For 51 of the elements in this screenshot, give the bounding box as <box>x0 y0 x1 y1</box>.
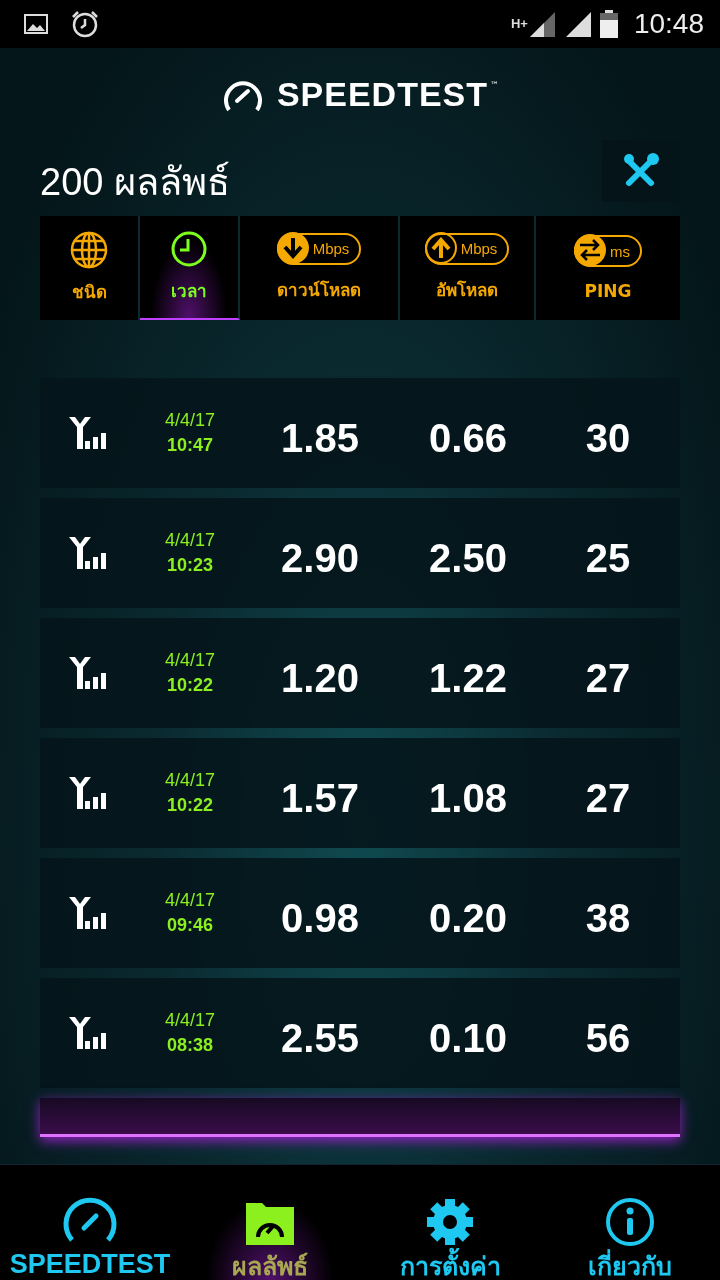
ping-value: 27 <box>585 656 631 702</box>
ping-value: 25 <box>585 536 631 582</box>
network-type: H+ <box>510 16 528 31</box>
battery-icon <box>599 10 618 38</box>
result-row[interactable]: 4/4/17 10:22 1.57 1.08 27 <box>40 737 680 848</box>
test-time: 09:46 <box>166 914 213 936</box>
result-row[interactable]: 4/4/17 09:46 0.98 0.20 38 <box>40 857 680 968</box>
result-row[interactable]: 4/4/17 10:23 2.90 2.50 25 <box>40 497 680 608</box>
download-speed: 1.85 <box>281 416 359 462</box>
download-speed: 1.57 <box>281 776 359 822</box>
globe-icon <box>70 230 108 269</box>
test-date: 4/4/17 <box>164 769 215 791</box>
ping-value: 27 <box>585 776 631 822</box>
unit-pill: Mbps <box>424 232 510 265</box>
test-date: 4/4/17 <box>164 1009 215 1031</box>
test-time: 10:22 <box>166 674 213 696</box>
result-row[interactable]: 4/4/17 08:38 2.55 0.10 56 <box>40 977 680 1088</box>
alarm-clock-icon <box>70 9 100 39</box>
upload-speed: 0.66 <box>429 416 507 462</box>
results-count: 200 ผลลัพธ์ <box>40 159 230 205</box>
column-header[interactable]: เวลา <box>140 215 240 320</box>
ping-value: 30 <box>585 416 631 462</box>
clock-icon <box>170 230 208 269</box>
unit-pill: ms <box>574 235 642 268</box>
download-speed: 0.98 <box>281 896 359 942</box>
upload-speed: 1.08 <box>429 776 507 822</box>
download-speed: 2.90 <box>281 536 359 582</box>
upload-speed: 0.20 <box>429 896 507 942</box>
unit-pill: Mbps <box>276 232 362 265</box>
image-icon <box>24 14 48 34</box>
upload-speed: 0.10 <box>429 1016 507 1062</box>
upload-speed: 2.50 <box>429 536 507 582</box>
test-time: 10:23 <box>166 554 213 576</box>
status-time: 10:48 <box>633 8 704 40</box>
swap-arrows-icon <box>574 234 606 267</box>
test-time: 08:38 <box>166 1034 213 1056</box>
ping-value: 38 <box>585 896 631 942</box>
test-date: 4/4/17 <box>164 649 215 671</box>
test-date: 4/4/17 <box>164 529 215 551</box>
trademark: ™ <box>490 79 500 90</box>
download-speed: 2.55 <box>281 1016 359 1062</box>
test-date: 4/4/17 <box>164 409 215 431</box>
logo-text: SPEEDTEST <box>276 75 489 115</box>
ping-value: 56 <box>585 1016 631 1062</box>
test-time: 10:47 <box>166 434 213 456</box>
result-row[interactable]: 4/4/17 10:22 1.20 1.22 27 <box>40 617 680 728</box>
test-date: 4/4/17 <box>164 889 215 911</box>
result-row[interactable]: 4/4/17 10:47 1.85 0.66 30 <box>40 377 680 488</box>
test-time: 10:22 <box>166 794 213 816</box>
download-speed: 1.20 <box>281 656 359 702</box>
upload-speed: 1.22 <box>429 656 507 702</box>
